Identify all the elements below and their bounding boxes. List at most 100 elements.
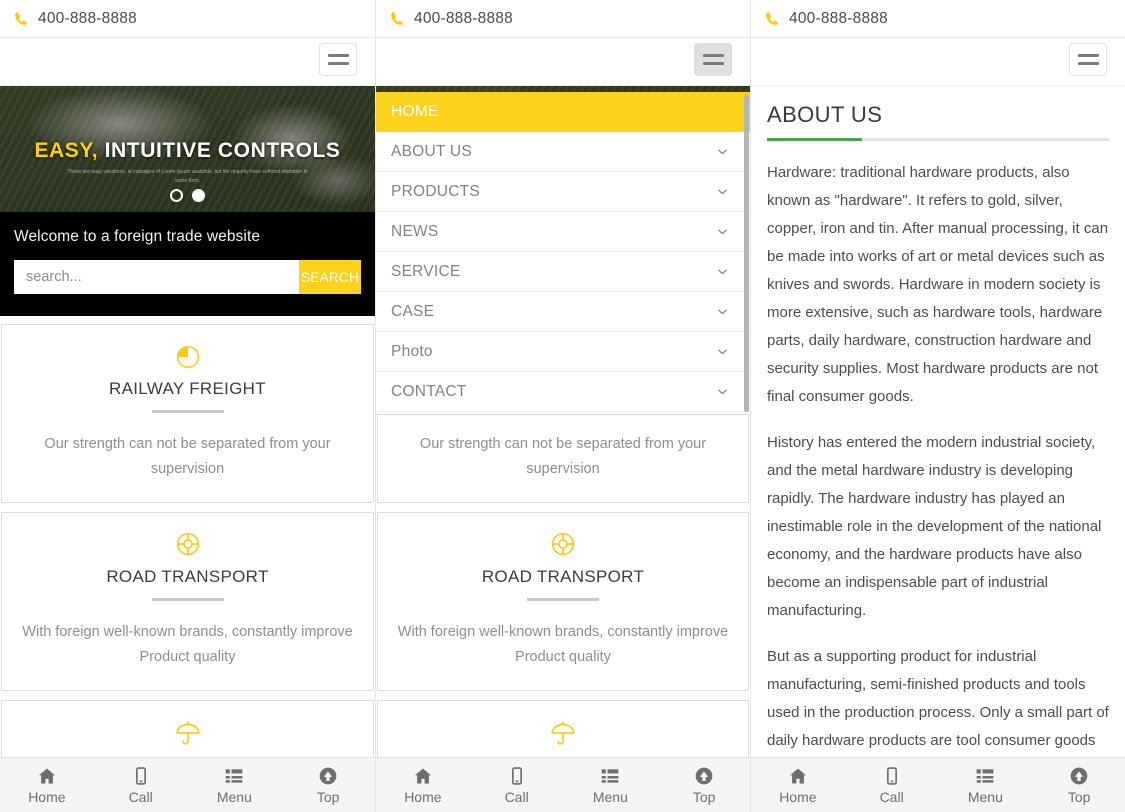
menu-item-products[interactable]: PRODUCTS [376,172,750,212]
service-card[interactable]: ROAD TRANSPORT With foreign well-known b… [1,512,374,691]
mobile-phone-icon [882,766,902,786]
bottom-nav-label: Home [404,788,442,805]
bottom-nav-label: Menu [216,788,252,805]
bottom-nav-menu[interactable]: Menu [188,758,282,812]
bottom-nav-top[interactable]: Top [1032,758,1125,812]
chevron-down-icon[interactable] [716,345,729,358]
home-icon [37,766,57,786]
phone-topbar: 400-888-8888 [376,0,750,38]
bottom-nav-label: Home [779,788,817,805]
bottom-nav-top[interactable]: Top [281,758,375,812]
service-card-title: RAILWAY FREIGHT [109,379,266,398]
bottom-nav-menu[interactable]: Menu [564,758,658,812]
bottom-nav-label: Menu [592,788,628,805]
hamburger-icon[interactable] [1069,43,1107,76]
menu-item-about-us[interactable]: ABOUT US [376,132,750,172]
hamburger-icon[interactable] [319,43,357,76]
menu-item-news[interactable]: NEWS [376,212,750,252]
header-bar [376,38,750,86]
menu-item-label: CONTACT [391,382,467,400]
service-card-title: ROAD TRANSPORT [106,567,269,586]
about-article: ABOUT US Hardware: traditional hardware … [751,86,1125,783]
bottom-nav-top[interactable]: Top [657,758,750,812]
phone-number[interactable]: 400-888-8888 [414,10,513,28]
screenshot-stage: 400-888-8888 EASY, INTUITIVE CONTROLS Th… [0,0,1125,812]
chevron-down-icon[interactable] [716,145,729,158]
menu-item-label: HOME [391,102,439,120]
service-card[interactable]: RAILWAY FREIGHT Our strength can not be … [1,324,374,503]
umbrella-icon [394,715,732,749]
bottom-navigation: Home Call Menu Top [376,757,750,812]
menu-item-photo[interactable]: Photo [376,332,750,372]
chevron-down-icon[interactable] [716,265,729,278]
menu-item-label: ABOUT US [391,142,472,160]
mobile-phone-icon [131,766,151,786]
menu-item-service[interactable]: SERVICE [376,252,750,292]
menu-item-label: CASE [391,302,435,320]
viewport-panel-left: 400-888-8888 EASY, INTUITIVE CONTROLS Th… [0,0,375,812]
pie-chart-icon [18,339,357,373]
chevron-down-icon[interactable] [716,185,729,198]
list-icon [600,766,620,786]
home-icon [788,766,808,786]
mobile-phone-icon [507,766,527,786]
menu-item-contact[interactable]: CONTACT [376,372,750,412]
arrow-up-circle-icon [1069,766,1089,786]
bottom-navigation: Home Call Menu Top [0,757,375,812]
carousel-dots [0,189,375,202]
carousel-dot-1[interactable] [170,189,183,202]
hamburger-icon[interactable] [694,43,732,76]
phone-topbar: 400-888-8888 [751,0,1125,38]
home-icon [413,766,433,786]
viewport-panel-right: 400-888-8888 ABOUT US Hardware: traditio… [750,0,1125,812]
welcome-text: Welcome to a foreign trade website [14,228,261,245]
search-input[interactable] [14,260,299,294]
list-icon [975,766,995,786]
bottom-nav-label: Home [28,788,66,805]
hero-carousel[interactable]: EASY, INTUITIVE CONTROLS These are easy … [0,86,375,212]
search-button[interactable]: SEARCH [299,260,361,294]
header-bar [0,38,375,86]
menu-scrollbar[interactable] [744,95,749,412]
bottom-navigation: Home Call Menu Top [751,757,1125,812]
hero-title-rest: INTUITIVE CONTROLS [104,139,341,162]
chevron-down-icon[interactable] [716,225,729,238]
menu-item-label: Photo [391,342,433,360]
service-card-rule [527,598,599,601]
arrow-up-circle-icon [694,766,714,786]
service-card-desc: Our strength can not be separated from y… [44,436,331,477]
page-title: ABOUT US [767,102,883,127]
bottom-nav-home[interactable]: Home [751,758,845,812]
life-ring-icon [18,527,357,561]
chevron-down-icon[interactable] [716,385,729,398]
header-bar [751,38,1125,86]
service-card[interactable]: ROAD TRANSPORT With foreign well-known b… [377,512,749,691]
list-icon [224,766,244,786]
bottom-nav-label: Top [316,788,340,805]
phone-number[interactable]: 400-888-8888 [789,10,888,28]
life-ring-icon [394,527,732,561]
bottom-nav-label: Top [692,788,716,805]
hero-title-highlight: EASY, [34,139,99,162]
service-card-desc: With foreign well-known brands, constant… [22,624,353,665]
search-block: Welcome to a foreign trade website SEARC… [0,212,375,316]
article-paragraph: Hardware: traditional hardware products,… [767,164,1109,405]
bottom-nav-call[interactable]: Call [94,758,188,812]
phone-number[interactable]: 400-888-8888 [38,10,137,28]
chevron-down-icon[interactable] [716,305,729,318]
bottom-nav-label: Top [1067,788,1091,805]
service-card-title: ROAD TRANSPORT [481,567,645,586]
hero-title: EASY, INTUITIVE CONTROLS [0,139,375,163]
service-card-list: RAILWAY FREIGHT Our strength can not be … [0,316,375,812]
bottom-nav-call[interactable]: Call [470,758,564,812]
menu-item-home[interactable]: HOME [376,92,750,132]
bottom-nav-label: Call [128,788,153,805]
bottom-nav-home[interactable]: Home [376,758,470,812]
menu-item-label: SERVICE [391,262,461,280]
bottom-nav-home[interactable]: Home [0,758,94,812]
bottom-nav-call[interactable]: Call [845,758,939,812]
carousel-dot-2[interactable] [192,189,205,202]
menu-item-case[interactable]: CASE [376,292,750,332]
bottom-nav-label: Menu [967,788,1003,805]
bottom-nav-menu[interactable]: Menu [939,758,1033,812]
